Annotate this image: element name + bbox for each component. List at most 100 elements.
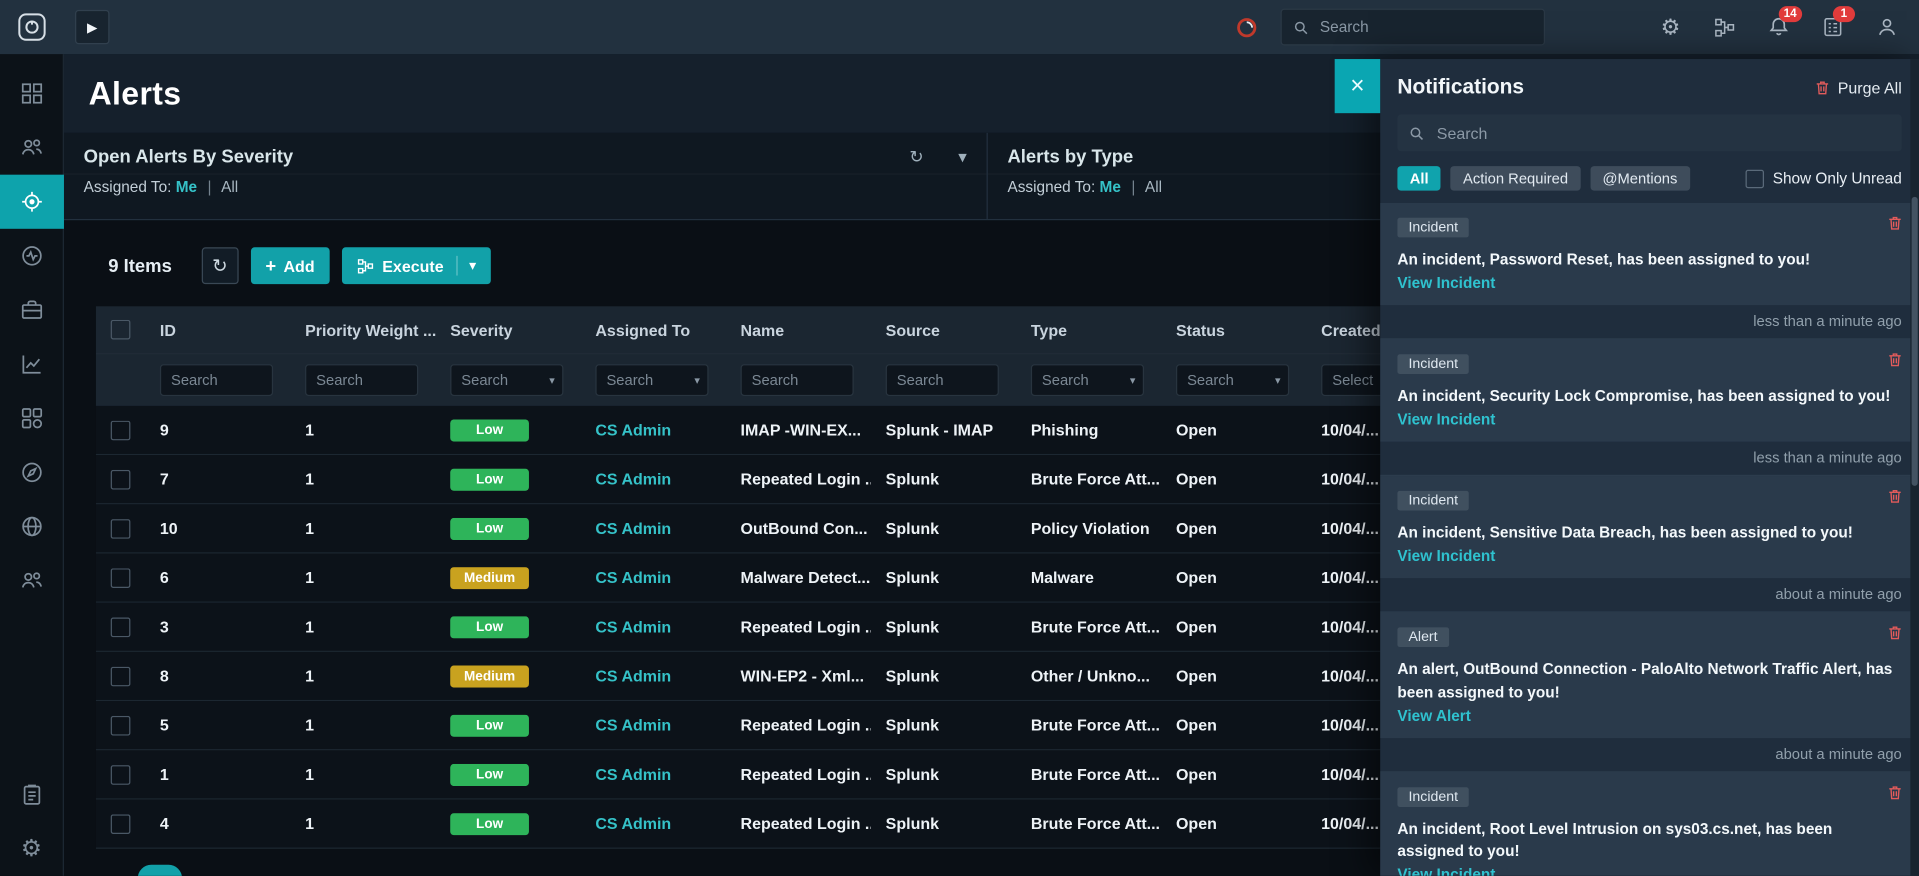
execute-button[interactable]: Execute ▾ bbox=[341, 247, 491, 285]
chevron-down-icon[interactable]: ▾ bbox=[1275, 373, 1281, 387]
scrollbar-thumb[interactable] bbox=[1911, 196, 1918, 486]
column-header-name[interactable]: Name bbox=[726, 320, 871, 338]
filter-chip-action-required[interactable]: Action Required bbox=[1450, 166, 1581, 191]
filter-id-input[interactable] bbox=[168, 370, 265, 390]
row-checkbox[interactable] bbox=[110, 518, 131, 539]
sidebar-item-case-management[interactable] bbox=[0, 283, 63, 337]
assigned-to-link[interactable]: CS Admin bbox=[581, 618, 726, 636]
notification-card[interactable]: Incident An incident, Sensitive Data Bre… bbox=[1380, 476, 1919, 579]
notifications-scrollbar[interactable] bbox=[1910, 59, 1919, 876]
row-checkbox[interactable] bbox=[110, 420, 131, 440]
sidebar-item-dashboard[interactable] bbox=[0, 66, 63, 120]
user-profile-icon[interactable] bbox=[1875, 15, 1900, 40]
row-checkbox[interactable] bbox=[110, 813, 131, 834]
filter-priority-input[interactable] bbox=[313, 370, 410, 390]
view-incident-link[interactable]: View Incident bbox=[1397, 548, 1901, 565]
page-title: Alerts bbox=[88, 74, 182, 112]
sidebar-item-incidents[interactable] bbox=[0, 229, 63, 283]
row-checkbox[interactable] bbox=[110, 764, 131, 785]
column-header-source[interactable]: Source bbox=[871, 320, 1016, 338]
sidebar-item-audit-log[interactable] bbox=[0, 768, 63, 822]
filter-name-input[interactable] bbox=[749, 370, 846, 390]
chevron-down-icon[interactable]: ▾ bbox=[958, 146, 967, 167]
trash-icon[interactable] bbox=[1887, 215, 1903, 231]
notifications-bell-icon[interactable]: 14 bbox=[1766, 6, 1802, 40]
sidebar-item-user-groups[interactable] bbox=[0, 554, 63, 608]
assigned-to-link[interactable]: CS Admin bbox=[581, 765, 726, 783]
filter-assigned-input[interactable] bbox=[603, 370, 691, 390]
assigned-to-link[interactable]: CS Admin bbox=[581, 421, 726, 439]
filter-status-input[interactable] bbox=[1184, 370, 1272, 390]
assigned-me-link[interactable]: Me bbox=[176, 178, 197, 195]
chevron-down-icon[interactable]: ▾ bbox=[1130, 373, 1136, 387]
notification-card[interactable]: Incident An incident, Root Level Intrusi… bbox=[1380, 772, 1919, 876]
trash-icon[interactable] bbox=[1887, 625, 1903, 641]
org-hierarchy-icon[interactable] bbox=[1712, 15, 1737, 40]
sidebar-item-reports[interactable] bbox=[0, 337, 63, 391]
filter-chip-all[interactable]: All bbox=[1397, 166, 1441, 191]
filter-source-input[interactable] bbox=[894, 370, 991, 390]
assigned-to-link[interactable]: CS Admin bbox=[581, 814, 726, 832]
row-checkbox[interactable] bbox=[110, 469, 131, 489]
row-checkbox[interactable] bbox=[110, 666, 131, 686]
assigned-to-label: Assigned To: bbox=[83, 178, 172, 196]
assigned-all-link[interactable]: All bbox=[1145, 178, 1162, 195]
notification-card[interactable]: Incident An incident, Password Reset, ha… bbox=[1380, 202, 1919, 306]
tasks-icon[interactable]: 1 bbox=[1821, 6, 1856, 40]
sidebar-item-alerts[interactable] bbox=[0, 174, 64, 229]
settings-gear-icon[interactable]: ⚙ bbox=[1658, 15, 1683, 40]
column-header-severity[interactable]: Severity bbox=[435, 320, 580, 338]
filter-type-input[interactable] bbox=[1039, 370, 1127, 390]
chevron-down-icon[interactable]: ▾ bbox=[694, 373, 700, 387]
assigned-to-link[interactable]: CS Admin bbox=[581, 568, 726, 586]
add-button[interactable]: + Add bbox=[250, 247, 330, 285]
sync-status-icon[interactable] bbox=[1235, 15, 1258, 38]
notification-card[interactable]: Alert An alert, OutBound Connection - Pa… bbox=[1380, 613, 1919, 738]
view-incident-link[interactable]: View Incident bbox=[1397, 411, 1901, 428]
column-header-assigned[interactable]: Assigned To bbox=[581, 320, 726, 338]
trash-icon[interactable] bbox=[1887, 352, 1903, 368]
assigned-to-link[interactable]: CS Admin bbox=[581, 470, 726, 488]
pagination-button[interactable] bbox=[137, 864, 183, 876]
assigned-to-link[interactable]: CS Admin bbox=[581, 667, 726, 685]
row-checkbox[interactable] bbox=[110, 567, 131, 588]
column-header-type[interactable]: Type bbox=[1016, 320, 1161, 338]
global-search-input[interactable] bbox=[1317, 17, 1533, 37]
select-all-checkbox[interactable] bbox=[110, 319, 131, 340]
row-checkbox[interactable] bbox=[110, 715, 131, 735]
trash-icon[interactable] bbox=[1887, 489, 1903, 505]
global-search[interactable] bbox=[1280, 8, 1546, 46]
sidebar-item-threat-intel[interactable] bbox=[0, 445, 63, 499]
view-alert-link[interactable]: View Alert bbox=[1397, 707, 1901, 724]
view-incident-link[interactable]: View Incident bbox=[1397, 274, 1901, 291]
assigned-me-link[interactable]: Me bbox=[1100, 178, 1121, 195]
sidebar-item-web[interactable] bbox=[0, 499, 63, 553]
sidebar-item-settings[interactable]: ⚙ bbox=[0, 822, 63, 876]
row-checkbox[interactable] bbox=[110, 616, 131, 637]
cell-id: 10 bbox=[159, 519, 178, 538]
view-incident-link[interactable]: View Incident bbox=[1397, 866, 1901, 876]
assigned-all-link[interactable]: All bbox=[221, 178, 238, 195]
column-header-id[interactable]: ID bbox=[145, 320, 290, 338]
play-button[interactable]: ▶ bbox=[75, 9, 110, 45]
assigned-to-link[interactable]: CS Admin bbox=[581, 519, 726, 537]
sidebar-item-apps[interactable] bbox=[0, 391, 63, 445]
notification-card[interactable]: Incident An incident, Security Lock Comp… bbox=[1380, 339, 1919, 442]
sidebar-item-users[interactable] bbox=[0, 121, 63, 175]
column-header-status[interactable]: Status bbox=[1161, 320, 1306, 338]
trash-icon[interactable] bbox=[1887, 784, 1903, 800]
show-only-unread-checkbox[interactable] bbox=[1745, 169, 1765, 188]
notifications-search-input[interactable] bbox=[1434, 122, 1891, 144]
chevron-down-icon[interactable]: ▾ bbox=[549, 373, 555, 387]
notifications-search[interactable] bbox=[1397, 114, 1902, 152]
notifications-close-button[interactable]: × bbox=[1334, 59, 1381, 114]
filter-chip-mentions[interactable]: @Mentions bbox=[1590, 166, 1690, 191]
purge-all-button[interactable]: Purge All bbox=[1814, 78, 1902, 97]
refresh-button[interactable]: ↻ bbox=[201, 247, 239, 285]
refresh-icon[interactable]: ↻ bbox=[909, 146, 923, 167]
filter-severity-input[interactable] bbox=[458, 370, 546, 390]
assigned-to-link[interactable]: CS Admin bbox=[581, 716, 726, 734]
severity-badge: Low bbox=[450, 812, 529, 835]
app-logo-icon[interactable] bbox=[0, 0, 64, 54]
column-header-priority[interactable]: Priority Weight ... bbox=[290, 320, 435, 338]
